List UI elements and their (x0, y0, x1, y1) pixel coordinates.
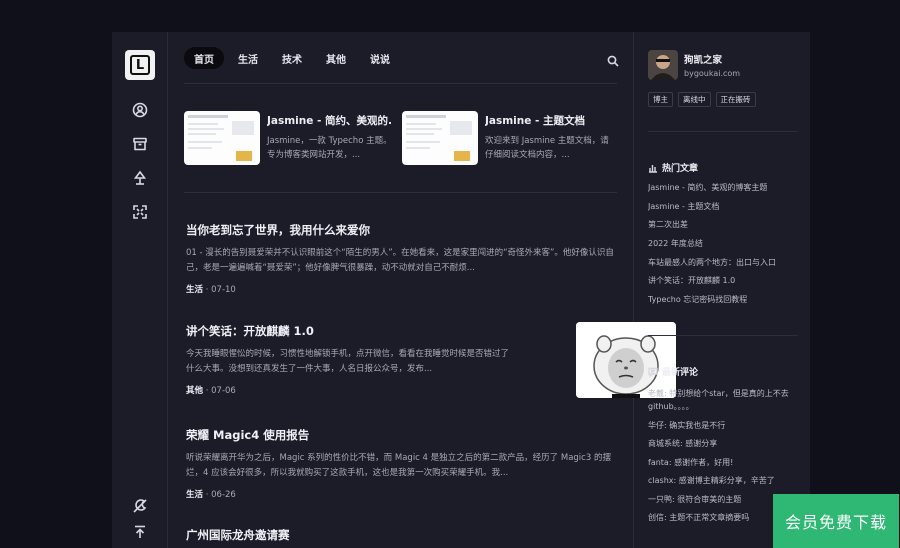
watermark-banner[interactable]: 会员免费下载 (773, 494, 899, 548)
comment-item[interactable]: 华仔: 确实我也是不行 (648, 419, 804, 432)
post-meta: 其他 · 07-06 (186, 384, 516, 396)
featured-card[interactable]: Jasmine - 简约、美观的... Jasmine，一款 Typecho 主… (184, 111, 393, 165)
hot-post-link[interactable]: Jasmine - 主题文档 (648, 198, 804, 217)
post-title[interactable]: 讲个笑话：开放麒麟 1.0 (186, 323, 516, 339)
author-tags: 博主 离线中 正在搬砖 (648, 92, 756, 107)
back-to-top-icon[interactable] (132, 524, 148, 540)
fullscreen-icon[interactable] (132, 204, 148, 220)
comment-item[interactable]: 老戴: 特别想给个star，但是真的上不去github。。。。 (648, 387, 804, 413)
recent-comments-heading-text: 最新评论 (662, 368, 699, 378)
featured-card[interactable]: Jasmine - 主题文档 欢迎来到 Jasmine 主题文档，请仔细阅读文档… (402, 111, 609, 165)
post-category[interactable]: 其他 (186, 386, 203, 396)
left-rail: L (112, 32, 168, 548)
post-category[interactable]: 生活 (186, 490, 203, 500)
hot-post-link[interactable]: 讲个笑话：开放麒麟 1.0 (648, 272, 804, 291)
right-sidebar: 狗凯之家 bygoukai.com 博主 离线中 正在搬砖 热门文章 Jasmi… (634, 32, 810, 548)
theme-toggle-icon[interactable] (132, 498, 148, 514)
post-title[interactable]: 荣耀 Magic4 使用报告 (186, 427, 616, 443)
featured-thumbnail (402, 111, 478, 165)
post-meta: 生活 · 06-26 (186, 488, 616, 500)
post-category[interactable]: 生活 (186, 285, 203, 295)
archive-icon[interactable] (132, 136, 148, 152)
comment-item[interactable]: clashx: 感谢博主精彩分享，辛苦了 (648, 474, 804, 487)
hot-post-link[interactable]: Jasmine - 简约、美观的博客主题 (648, 179, 804, 198)
post-date: · 06-26 (205, 490, 236, 500)
post-meta: 生活 · 07-10 (186, 283, 616, 295)
hot-posts-list: Jasmine - 简约、美观的博客主题 Jasmine - 主题文档 第二次出… (648, 179, 804, 310)
featured-desc: 欢迎来到 Jasmine 主题文档，请仔细阅读文档内容，... (485, 136, 609, 160)
author-name[interactable]: 狗凯之家 (684, 52, 722, 66)
bar-chart-icon (649, 164, 657, 173)
post-excerpt: 今天我睡眼惺忪的时候，习惯性地解锁手机，点开微信，看看在我睡觉时候是否错过了什么… (186, 349, 510, 374)
hot-post-link[interactable]: 车站最感人的两个地方：出口与入口 (648, 254, 804, 273)
top-nav: 首页 生活 技术 其他 说说 (184, 46, 400, 70)
tab-talk[interactable]: 说说 (360, 47, 400, 69)
tree-icon[interactable] (132, 170, 148, 186)
sidebar-divider (648, 335, 798, 336)
post-title[interactable]: 广州国际龙舟邀请赛 (186, 527, 616, 543)
post-item[interactable]: 广州国际龙舟邀请赛 (186, 527, 616, 543)
post-item[interactable]: 荣耀 Magic4 使用报告 听说荣耀离开华为之后，Magic 系列的性价比不错… (186, 427, 616, 500)
post-item[interactable]: 当你老到忘了世界，我用什么来爱你 01 - 漫长的告别聂爱荣并不认识眼前这个“陌… (186, 222, 616, 295)
hot-posts-heading-text: 热门文章 (662, 164, 699, 174)
recent-comments-heading: 最新评论 (648, 365, 698, 378)
comment-icon (648, 367, 658, 377)
hot-posts-heading: 热门文章 (648, 161, 698, 174)
featured-desc: Jasmine，一款 Typecho 主题。专为博客类网站开发，... (267, 136, 392, 160)
author-tag: 正在搬砖 (715, 92, 756, 107)
logo-letter: L (130, 55, 150, 75)
featured-title[interactable]: Jasmine - 简约、美观的... (267, 113, 393, 128)
tab-life[interactable]: 生活 (228, 47, 268, 69)
featured-title[interactable]: Jasmine - 主题文档 (485, 113, 611, 128)
post-excerpt: 听说荣耀离开华为之后，Magic 系列的性价比不错，而 Magic 4 是独立之… (186, 453, 611, 478)
tab-other[interactable]: 其他 (316, 47, 356, 69)
post-excerpt: 01 - 漫长的告别聂爱荣并不认识眼前这个“陌生的男人”。在她看来，这是家里闯进… (186, 248, 614, 273)
hot-post-link[interactable]: 2022 年度总结 (648, 235, 804, 254)
author-tag: 离线中 (678, 92, 711, 107)
post-item[interactable]: 讲个笑话：开放麒麟 1.0 今天我睡眼惺忪的时候，习惯性地解锁手机，点开微信，看… (186, 323, 516, 396)
author-tag: 博主 (648, 92, 673, 107)
post-title[interactable]: 当你老到忘了世界，我用什么来爱你 (186, 222, 616, 238)
hot-post-link[interactable]: 第二次出差 (648, 216, 804, 235)
hot-post-link[interactable]: Typecho 忘记密码找回教程 (648, 291, 804, 310)
author-site[interactable]: bygoukai.com (684, 69, 740, 78)
comment-item[interactable]: 商城系统: 感谢分享 (648, 437, 804, 450)
main-column: 首页 生活 技术 其他 说说 Jasmine - 简约、美观的... Jasmi (168, 32, 634, 548)
featured-thumbnail (184, 111, 260, 165)
sidebar-divider (648, 131, 798, 132)
post-date: · 07-06 (205, 386, 236, 396)
search-icon[interactable] (607, 52, 619, 67)
user-circle-icon[interactable] (132, 102, 148, 118)
nav-divider (184, 83, 617, 84)
tab-tech[interactable]: 技术 (272, 47, 312, 69)
post-date: · 07-10 (205, 285, 236, 295)
site-logo[interactable]: L (125, 50, 155, 80)
comment-item[interactable]: fanta: 感谢作者，好用! (648, 456, 804, 469)
tab-home[interactable]: 首页 (184, 47, 224, 69)
author-avatar[interactable] (648, 50, 678, 80)
blog-app: L 首页 生活 技术 其他 说说 Jasmine - 简约、美观的... Jas… (112, 32, 810, 548)
featured-divider (184, 192, 617, 193)
